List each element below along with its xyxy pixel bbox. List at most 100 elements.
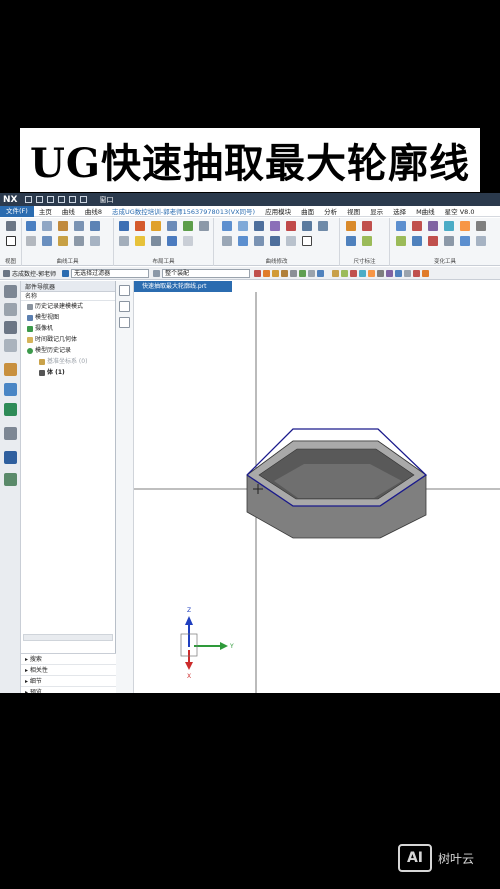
plane-icon[interactable] [90, 221, 100, 231]
history-clock-icon[interactable] [4, 427, 17, 440]
filter-icon[interactable] [62, 269, 70, 277]
menu-curve[interactable]: 曲线 [57, 206, 80, 216]
menu-curve8[interactable]: 曲线8 [80, 206, 107, 216]
fillet-icon[interactable] [270, 221, 280, 231]
rotate-copy-icon[interactable] [412, 236, 422, 246]
face-rule-icon[interactable] [341, 269, 349, 277]
align-icon[interactable] [476, 221, 486, 231]
tree-item-datum-csys[interactable]: 基准坐标系 (0) [21, 356, 115, 367]
extend-icon[interactable] [238, 221, 248, 231]
project-icon[interactable] [26, 236, 36, 246]
tree-item-history-mode[interactable]: 历史记录建模模式 [21, 301, 115, 312]
graphics-viewport[interactable]: Z Y X [134, 292, 500, 693]
curve-icon[interactable] [302, 221, 312, 231]
view-orient-icon[interactable] [119, 285, 130, 296]
snap-icon[interactable] [476, 236, 486, 246]
document-tab[interactable]: 快速抽取最大轮廓线.prt [134, 281, 232, 292]
mirror-icon[interactable] [238, 236, 248, 246]
save-icon[interactable] [25, 196, 33, 203]
menu-training[interactable]: 志成UG数控培训-郭老师15637978013(VX同号) [107, 206, 260, 216]
view-copy-icon[interactable] [119, 301, 130, 312]
no-select-icon[interactable] [254, 269, 262, 277]
panel-details[interactable]: ▸ 细节 [21, 676, 116, 687]
work-layer-icon[interactable] [404, 269, 412, 277]
end-point-icon[interactable] [272, 269, 280, 277]
scope-icon[interactable] [153, 269, 161, 277]
menu-applications[interactable]: 应用模块 [260, 206, 296, 216]
color-icon[interactable] [135, 221, 145, 231]
show-icon[interactable] [183, 221, 193, 231]
tree-item-model-views[interactable]: 模型视图 [21, 312, 115, 323]
redo-icon[interactable] [47, 196, 55, 203]
layer-icon[interactable] [151, 221, 161, 231]
menu-icon[interactable] [3, 269, 10, 277]
control-point-icon[interactable] [290, 269, 298, 277]
menu-file[interactable]: 文件(F) [0, 205, 34, 217]
grid-icon[interactable] [460, 236, 470, 246]
menu-home[interactable]: 主页 [34, 206, 57, 216]
zoom-icon[interactable] [428, 236, 438, 246]
chamfer-icon[interactable] [222, 236, 232, 246]
mid-point-icon[interactable] [281, 269, 289, 277]
gear-icon[interactable] [6, 221, 16, 231]
vertex-rule-icon[interactable] [377, 269, 385, 277]
move-icon[interactable] [151, 236, 161, 246]
curve-rule-icon[interactable] [332, 269, 340, 277]
view-settings-icon[interactable] [119, 317, 130, 328]
sketch-icon[interactable] [26, 221, 36, 231]
flip-icon[interactable] [396, 236, 406, 246]
scope-dropdown[interactable]: 整个装配 [162, 268, 251, 278]
tree-item-cameras[interactable]: 摄像机 [21, 323, 115, 334]
cube-icon[interactable] [167, 221, 177, 231]
trim-icon[interactable] [222, 221, 232, 231]
angle-icon[interactable] [362, 236, 372, 246]
web-browser-icon[interactable] [4, 403, 17, 416]
body-rule-icon[interactable] [350, 269, 358, 277]
layout-icon[interactable] [119, 221, 129, 231]
roles-icon[interactable] [4, 285, 17, 298]
bridge-icon[interactable] [58, 236, 68, 246]
scale-icon[interactable] [254, 236, 264, 246]
pattern-icon[interactable] [270, 236, 280, 246]
e-icon[interactable] [302, 236, 312, 246]
offset-icon[interactable] [42, 236, 52, 246]
point-icon[interactable] [74, 221, 84, 231]
menu-select[interactable]: 选择 [388, 206, 411, 216]
info-icon[interactable] [422, 269, 430, 277]
system-scene-icon[interactable] [4, 473, 17, 486]
f-icon[interactable] [6, 236, 16, 246]
target-icon[interactable] [286, 236, 296, 246]
paste-icon[interactable] [80, 196, 88, 203]
panel-preview[interactable]: ▸ 预览 [21, 687, 116, 693]
measure-icon[interactable] [413, 269, 421, 277]
hd3d-icon[interactable] [4, 383, 17, 396]
tree-item-timestamp-geometry[interactable]: 时间戳记几何体 [21, 334, 115, 345]
wcs-icon[interactable] [395, 269, 403, 277]
wrap-icon[interactable] [428, 221, 438, 231]
copy-icon[interactable] [69, 196, 77, 203]
copy-move-icon[interactable] [460, 221, 470, 231]
navigator-column-header[interactable]: 名称 [21, 292, 115, 301]
menu-display[interactable]: 显示 [365, 206, 388, 216]
tree-item-model-history[interactable]: 模型历史记录 [21, 345, 115, 356]
menu-analysis[interactable]: 分析 [319, 206, 342, 216]
menu-surface[interactable]: 曲面 [296, 206, 319, 216]
cut-icon[interactable] [58, 196, 66, 203]
type-filter-dropdown[interactable]: 无选择过滤器 [71, 268, 150, 278]
navigator-scrollbar[interactable] [23, 634, 113, 641]
stretch-icon[interactable] [444, 221, 454, 231]
delete-icon[interactable] [412, 221, 422, 231]
menu-m-curve[interactable]: M曲线 [411, 206, 440, 216]
group-icon[interactable] [119, 236, 129, 246]
annotation-icon[interactable] [362, 221, 372, 231]
component-icon[interactable] [386, 269, 394, 277]
transform-icon[interactable] [396, 221, 406, 231]
menu-view[interactable]: 视图 [342, 206, 365, 216]
menu-xingkong[interactable]: 星空 V8.0 [440, 206, 480, 216]
divide-icon[interactable] [254, 221, 264, 231]
circle-icon[interactable] [286, 221, 296, 231]
tree-item-body[interactable]: 体 (1) [21, 367, 115, 378]
panel-search[interactable]: ▸ 搜索 [21, 654, 116, 665]
edge-rule-icon[interactable] [368, 269, 376, 277]
quadrant-icon[interactable] [317, 269, 325, 277]
